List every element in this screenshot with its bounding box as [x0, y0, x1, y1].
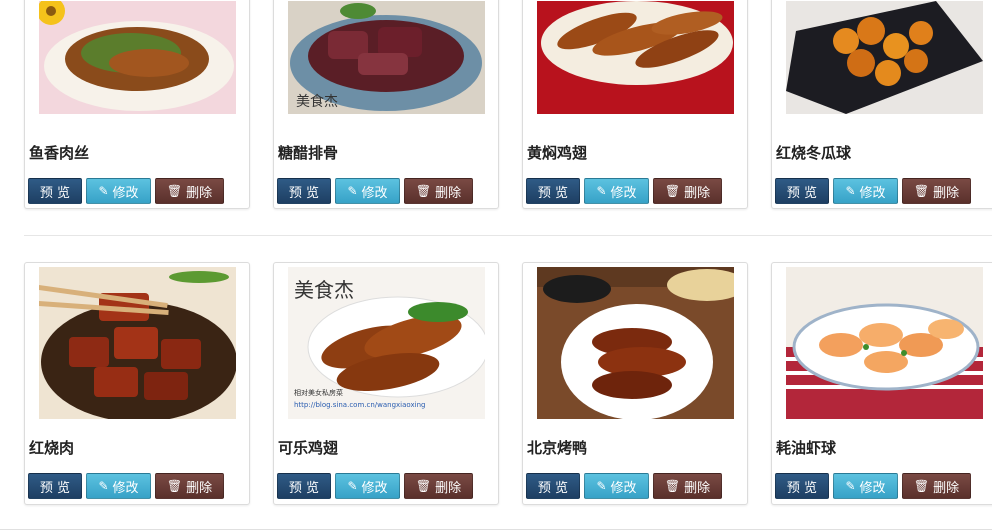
delete-button[interactable]: 🗑 删除	[653, 473, 722, 499]
svg-text:http://blog.sina.com.cn/wangxi: http://blog.sina.com.cn/wangxiaoxing	[294, 401, 425, 409]
edit-icon: ✎	[596, 479, 607, 493]
dish-title: 鱼香肉丝	[29, 144, 90, 162]
svg-text:相对美女私房菜: 相对美女私房菜	[294, 388, 343, 397]
edit-icon: ✎	[845, 479, 856, 493]
dish-title: 黄焖鸡翅	[527, 144, 588, 162]
dish-title: 糖醋排骨	[278, 144, 339, 162]
dish-card: 耗油虾球 预 览 ✎ 修改 🗑 删除	[771, 262, 992, 505]
svg-text:美食杰: 美食杰	[296, 93, 338, 110]
delete-button[interactable]: 🗑 删除	[155, 473, 224, 499]
edit-icon: ✎	[596, 184, 607, 198]
dish-image-shredded-pork	[39, 1, 236, 114]
edit-icon: ✎	[845, 184, 856, 198]
dish-card: 黄焖鸡翅 预 览 ✎ 修改 🗑 删除	[522, 0, 748, 209]
edit-button[interactable]: ✎ 修改	[335, 473, 400, 499]
trash-icon: 🗑	[913, 479, 930, 493]
dish-actions: 预 览 ✎ 修改 🗑 删除	[28, 473, 224, 499]
dish-image-braised-chicken-wings	[537, 1, 734, 114]
preview-button[interactable]: 预 览	[277, 178, 331, 204]
dish-card: 美食杰 相对美女私房菜 http://blog.sina.com.cn/wang…	[273, 262, 499, 505]
edit-button[interactable]: ✎ 修改	[584, 473, 649, 499]
edit-button[interactable]: ✎ 修改	[86, 473, 151, 499]
preview-button[interactable]: 预 览	[526, 178, 580, 204]
trash-icon: 🗑	[166, 184, 183, 198]
page-bottom-border	[0, 529, 992, 530]
edit-icon: ✎	[347, 184, 358, 198]
trash-icon: 🗑	[415, 479, 432, 493]
dish-image-cola-chicken-wings: 美食杰 相对美女私房菜 http://blog.sina.com.cn/wang…	[288, 267, 485, 419]
svg-text:美食杰: 美食杰	[294, 278, 354, 302]
dish-actions: 预 览 ✎ 修改 🗑 删除	[775, 178, 971, 204]
dish-image-sweet-sour-ribs: 美食杰	[288, 1, 485, 114]
delete-button[interactable]: 🗑 删除	[404, 178, 473, 204]
dish-title: 北京烤鸭	[527, 439, 588, 457]
dish-actions: 预 览 ✎ 修改 🗑 删除	[526, 473, 722, 499]
dish-card: 美食杰 糖醋排骨 预 览 ✎ 修改 🗑 删除	[273, 0, 499, 209]
preview-button[interactable]: 预 览	[775, 473, 829, 499]
dish-actions: 预 览 ✎ 修改 🗑 删除	[526, 178, 722, 204]
preview-button[interactable]: 预 览	[526, 473, 580, 499]
preview-button[interactable]: 预 览	[277, 473, 331, 499]
dish-card: 北京烤鸭 预 览 ✎ 修改 🗑 删除	[522, 262, 748, 505]
edit-button[interactable]: ✎ 修改	[584, 178, 649, 204]
delete-button[interactable]: 🗑 删除	[155, 178, 224, 204]
dish-image-braised-pork	[39, 267, 236, 419]
dish-actions: 预 览 ✎ 修改 🗑 删除	[277, 473, 473, 499]
delete-button[interactable]: 🗑 删除	[902, 178, 971, 204]
edit-button[interactable]: ✎ 修改	[833, 178, 898, 204]
edit-icon: ✎	[98, 479, 109, 493]
delete-button[interactable]: 🗑 删除	[653, 178, 722, 204]
dish-image-peking-duck	[537, 267, 734, 419]
dish-title: 耗油虾球	[776, 439, 837, 457]
dish-actions: 预 览 ✎ 修改 🗑 删除	[775, 473, 971, 499]
edit-icon: ✎	[98, 184, 109, 198]
dish-actions: 预 览 ✎ 修改 🗑 删除	[277, 178, 473, 204]
dish-card: 红烧肉 预 览 ✎ 修改 🗑 删除	[24, 262, 250, 505]
trash-icon: 🗑	[664, 184, 681, 198]
trash-icon: 🗑	[166, 479, 183, 493]
dish-title: 红烧肉	[29, 439, 75, 457]
preview-button[interactable]: 预 览	[775, 178, 829, 204]
delete-button[interactable]: 🗑 删除	[902, 473, 971, 499]
row-divider	[24, 235, 992, 236]
edit-button[interactable]: ✎ 修改	[833, 473, 898, 499]
edit-icon: ✎	[347, 479, 358, 493]
dish-actions: 预 览 ✎ 修改 🗑 删除	[28, 178, 224, 204]
trash-icon: 🗑	[913, 184, 930, 198]
edit-button[interactable]: ✎ 修改	[335, 178, 400, 204]
preview-button[interactable]: 预 览	[28, 473, 82, 499]
dish-card: 红烧冬瓜球 预 览 ✎ 修改 🗑 删除	[771, 0, 992, 209]
dish-title: 可乐鸡翅	[278, 439, 339, 457]
dish-title: 红烧冬瓜球	[776, 144, 852, 162]
preview-button[interactable]: 预 览	[28, 178, 82, 204]
trash-icon: 🗑	[415, 184, 432, 198]
edit-button[interactable]: ✎ 修改	[86, 178, 151, 204]
dish-image-braised-melon-balls	[786, 1, 983, 114]
dish-card: 鱼香肉丝 预 览 ✎ 修改 🗑 删除	[24, 0, 250, 209]
delete-button[interactable]: 🗑 删除	[404, 473, 473, 499]
dish-image-oyster-sauce-shrimp	[786, 267, 983, 419]
trash-icon: 🗑	[664, 479, 681, 493]
